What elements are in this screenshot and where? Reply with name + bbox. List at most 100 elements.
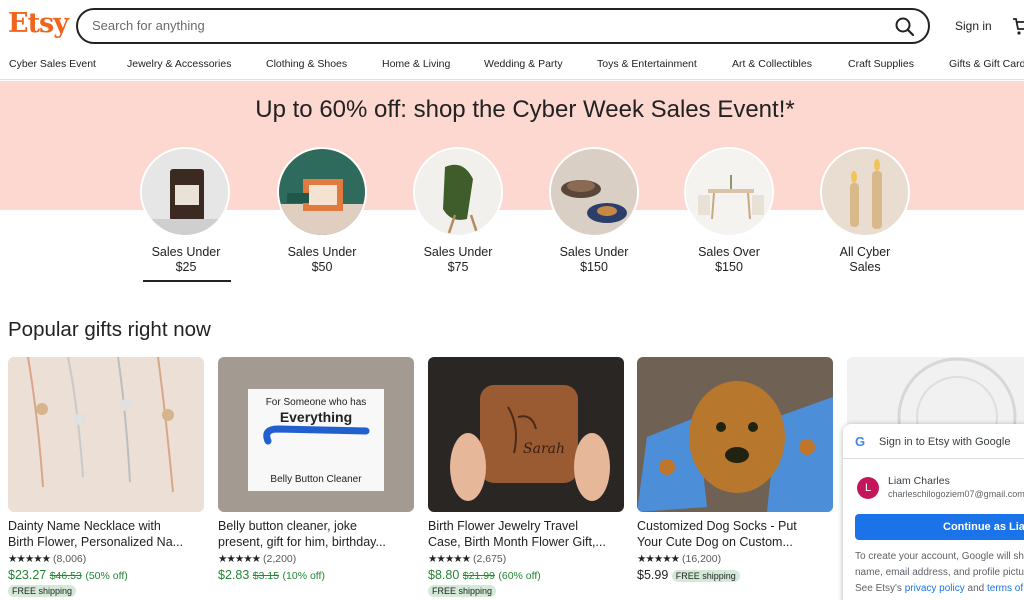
cat-wedding[interactable]: Wedding & Party — [484, 58, 563, 70]
product-title-line1[interactable]: Customized Dog Socks - Put — [637, 518, 833, 534]
google-consent-text: To create your account, Google will shar… — [855, 549, 1024, 597]
circle-sales-under-75[interactable] — [413, 147, 503, 237]
review-count: (2,675) — [473, 553, 507, 565]
product-rating: ★★★★★ (2,200) — [218, 553, 296, 565]
product-price-row: $8.80 $21.99 (60% off) — [428, 568, 541, 582]
product-title-line1[interactable]: Dainty Name Necklace with — [8, 518, 204, 534]
google-signin-popup: G Sign in to Etsy with Google L Liam Cha… — [843, 424, 1024, 600]
product-image-dog-socks[interactable] — [637, 357, 833, 512]
circle-label-line1: Sales Under — [559, 245, 629, 259]
search-bar[interactable] — [76, 8, 930, 44]
cat-clothing[interactable]: Clothing & Shoes — [266, 58, 347, 70]
circle-sales-under-25[interactable] — [140, 147, 230, 237]
category-nav: Cyber Sales Event Jewelry & Accessories … — [0, 54, 1024, 80]
circle-sales-under-50[interactable] — [277, 147, 367, 237]
cat-art[interactable]: Art & Collectibles — [732, 58, 812, 70]
cart-icon[interactable] — [1012, 16, 1024, 36]
account-name: Liam Charles — [888, 475, 950, 487]
discount-percent: (50% off) — [85, 570, 128, 582]
circle-sales-over-150[interactable] — [684, 147, 774, 237]
review-count: (16,200) — [682, 553, 722, 565]
product-image-belly-button[interactable]: For Someone who has Everything Belly But… — [218, 357, 414, 512]
circle-label-line1: Sales Over — [698, 245, 760, 259]
product-title-line1[interactable]: Belly button cleaner, joke — [218, 518, 414, 534]
product-rating: ★★★★★ (2,675) — [428, 553, 506, 565]
product-image-necklace[interactable] — [8, 357, 204, 512]
star-icons: ★★★★★ — [428, 553, 471, 565]
review-count: (2,200) — [263, 553, 297, 565]
discount-percent: (60% off) — [498, 570, 541, 582]
account-email: charleschilogoziem07@gmail.com — [888, 489, 1024, 499]
product-price-row: $2.83 $3.15 (10% off) — [218, 568, 325, 582]
circle-label-line2: $75 — [447, 260, 469, 274]
privacy-policy-link[interactable]: privacy policy — [905, 583, 965, 594]
product-title-line2[interactable]: Birth Flower, Personalized Na... — [8, 534, 204, 550]
star-icons: ★★★★★ — [637, 553, 680, 565]
original-price: $46.53 — [49, 570, 82, 582]
circle-label-under-150[interactable]: Sales Under $150 — [534, 245, 654, 275]
consent-and: and — [967, 583, 985, 594]
star-icons: ★★★★★ — [8, 553, 51, 565]
product-price-row: $23.27 $46.53 (50% off) — [8, 568, 128, 582]
cat-home-living[interactable]: Home & Living — [382, 58, 450, 70]
divider — [843, 458, 1024, 459]
circle-label-line2: $150 — [580, 260, 608, 274]
circle-all-cyber-sales[interactable] — [820, 147, 910, 237]
product-image-jewelry-case[interactable]: Sarah — [428, 357, 624, 512]
circle-label-line1: Sales Under — [423, 245, 493, 259]
free-shipping-badge: FREE shipping — [671, 569, 740, 582]
etsy-logo[interactable]: Etsy — [8, 8, 69, 39]
circle-label-line2: $25 — [175, 260, 197, 274]
consent-line1: To create your account, Google will shar… — [855, 551, 1024, 562]
sale-price: $2.83 — [218, 568, 250, 582]
terms-link[interactable]: terms of service — [987, 583, 1024, 594]
section-title: Popular gifts right now — [8, 318, 211, 341]
selected-underline — [143, 280, 231, 282]
cat-toys[interactable]: Toys & Entertainment — [597, 58, 697, 70]
continue-as-button[interactable]: Continue as Liam — [855, 514, 1024, 540]
circle-label-under-50[interactable]: Sales Under $50 — [262, 245, 382, 275]
cat-cyber-sales[interactable]: Cyber Sales Event — [9, 58, 96, 70]
circle-label-line1: Sales Under — [287, 245, 357, 259]
consent-prefix: See Etsy's — [855, 583, 902, 594]
header: Etsy Sign in — [0, 0, 1024, 52]
avatar: L — [857, 477, 879, 499]
circle-label-line2: Sales — [849, 260, 881, 274]
product-rating: ★★★★★ (16,200) — [637, 553, 721, 565]
hero-title[interactable]: Up to 60% off: shop the Cyber Week Sales… — [0, 96, 1024, 124]
google-g-icon: G — [855, 434, 866, 449]
cat-gifts[interactable]: Gifts & Gift Cards — [949, 58, 1024, 70]
product-title-line1[interactable]: Birth Flower Jewelry Travel — [428, 518, 624, 534]
circle-label-over-150[interactable]: Sales Over $150 — [669, 245, 789, 275]
product-title-line2[interactable]: present, gift for him, birthday... — [218, 534, 414, 550]
circle-label-line2: $50 — [311, 260, 333, 274]
review-count: (8,006) — [53, 553, 87, 565]
free-shipping-badge: FREE shipping — [8, 585, 77, 597]
image-text-line3: Belly Button Cleaner — [270, 474, 362, 485]
star-icons: ★★★★★ — [218, 553, 261, 565]
circle-label-all-cyber[interactable]: All Cyber Sales — [805, 245, 925, 275]
product-title-line2[interactable]: Case, Birth Month Flower Gift,... — [428, 534, 624, 550]
product-price-row: $5.99 FREE shipping — [637, 568, 740, 582]
consent-line3: See Etsy's privacy policy and terms of s… — [855, 581, 1024, 597]
engraved-name: Sarah — [523, 441, 565, 457]
cat-jewelry[interactable]: Jewelry & Accessories — [127, 58, 231, 70]
search-icon[interactable] — [894, 16, 916, 38]
original-price: $21.99 — [462, 570, 495, 582]
product-rating: ★★★★★ (8,006) — [8, 553, 86, 565]
discount-percent: (10% off) — [282, 570, 325, 582]
sign-in-link[interactable]: Sign in — [955, 19, 992, 33]
price: $5.99 — [637, 568, 669, 582]
free-shipping-badge: FREE shipping — [428, 585, 497, 597]
circle-label-line1: Sales Under — [151, 245, 221, 259]
cat-craft[interactable]: Craft Supplies — [848, 58, 914, 70]
image-text-line2: Everything — [280, 409, 352, 425]
circle-label-under-75[interactable]: Sales Under $75 — [398, 245, 518, 275]
search-input[interactable] — [92, 18, 872, 33]
circle-label-under-25[interactable]: Sales Under $25 — [126, 245, 246, 275]
circle-sales-under-150[interactable] — [549, 147, 639, 237]
product-title-line2[interactable]: Your Cute Dog on Custom... — [637, 534, 833, 550]
circle-label-line2: $150 — [715, 260, 743, 274]
consent-line2: name, email address, and profile picture… — [855, 567, 1024, 578]
circle-label-line1: All Cyber — [839, 245, 891, 259]
